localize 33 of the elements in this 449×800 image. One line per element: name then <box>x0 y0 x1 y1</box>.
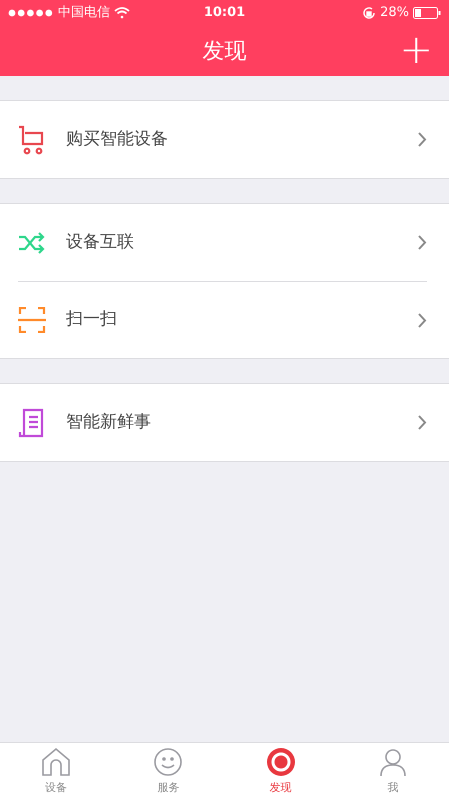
battery-percent: 28% <box>380 4 410 22</box>
smiley-icon <box>153 746 184 777</box>
menu-label: 扫一扫 <box>66 308 118 332</box>
chevron-icon <box>418 415 427 430</box>
tab[interactable]: 服务 <box>112 743 224 800</box>
signal-icon <box>8 9 54 17</box>
house-icon <box>41 746 72 777</box>
tab[interactable]: 发现 <box>224 743 337 800</box>
menu-item[interactable]: 购买智能设备 <box>0 101 449 178</box>
tab[interactable]: 我 <box>336 743 449 800</box>
tab[interactable]: 设备 <box>0 743 112 800</box>
page-title: 发现 <box>202 38 246 66</box>
scan-icon <box>18 306 46 332</box>
menu-item[interactable]: 智能新鲜事 <box>0 384 449 461</box>
ring-icon <box>266 746 296 777</box>
battery-icon <box>413 7 442 19</box>
menu-label: 购买智能设备 <box>66 128 169 151</box>
add-button[interactable]: + <box>399 30 433 70</box>
shuffle-icon <box>18 230 46 254</box>
menu-item[interactable]: 扫一扫 <box>0 281 449 358</box>
cart-icon <box>18 124 46 154</box>
chevron-icon <box>418 132 427 147</box>
rotation-lock-icon <box>362 6 376 20</box>
menu-label: 智能新鲜事 <box>66 410 152 434</box>
chevron-icon <box>418 235 427 250</box>
chevron-icon <box>418 312 427 328</box>
menu-item[interactable]: 设备互联 <box>0 204 449 281</box>
person-icon <box>378 746 408 777</box>
wifi-icon <box>114 7 130 19</box>
status-time: 10:01 <box>204 4 246 22</box>
menu-label: 设备互联 <box>66 230 135 254</box>
carrier-name: 中国电信 <box>58 4 110 22</box>
document-icon <box>18 408 46 438</box>
